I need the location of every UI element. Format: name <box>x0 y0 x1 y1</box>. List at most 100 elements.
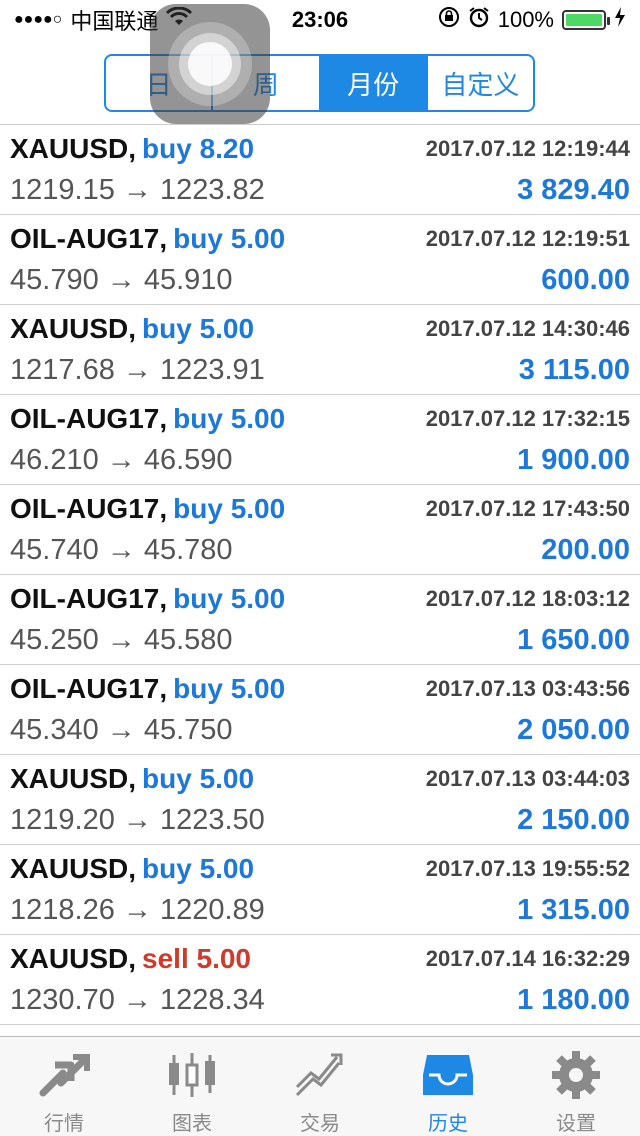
trade-instrument: OIL-AUG17,buy 5.00 <box>10 223 285 255</box>
tab-charts[interactable]: 图表 <box>128 1037 256 1136</box>
trade-time: 2017.07.12 14:30:46 <box>425 316 630 341</box>
trade-row-header: OIL-AUG17, buy 5.00 2017.07.12 12:19:51 <box>10 219 630 259</box>
trade-instrument: XAUUSD, buy 5.00 <box>10 313 254 345</box>
trade-prices: 1219.15 → 1223.82 <box>10 173 265 206</box>
trade-prices: 45.790 → 45.910 <box>10 263 233 296</box>
trade-row[interactable]: OIL-AUG17, buy 5.00 2017.07.13 03:43:56 45.… <box>0 665 640 755</box>
carrier-name: 中国联通 <box>70 9 159 34</box>
trade-row[interactable]: XAUUSD, sell 5.00 2017.07.14 16:32:29 1230.… <box>0 935 640 1025</box>
trade-symbol: OIL-AUG17, <box>10 673 168 704</box>
trade-row-header: OIL-AUG17, buy 5.00 2017.07.12 17:43:50 <box>10 489 630 529</box>
trade-row-header: XAUUSD, buy 5.00 2017.07.13 19:55:52 <box>10 849 630 889</box>
tab-custom[interactable]: 自定义 <box>428 56 533 110</box>
tab-settings[interactable]: 设置 <box>512 1037 640 1136</box>
trade-prices: 1230.70 → 1228.34 <box>10 983 265 1016</box>
trade-row[interactable]: OIL-AUG17,buy 5.002017.07.14 17:45:02 <box>0 1025 640 1036</box>
trade-symbol: XAUUSD, <box>10 313 137 344</box>
tab-quotes[interactable]: 行情 <box>0 1037 128 1136</box>
trade-row-details: 45.790 → 45.910 600.00 <box>10 259 630 301</box>
trade-side-volume: buy 5.00 <box>173 673 286 704</box>
trade-prices: 1217.68 → 1223.91 <box>10 353 265 386</box>
trade-prices: 45.340 → 45.750 <box>10 713 233 746</box>
trade-row-header: OIL-AUG17, buy 5.00 2017.07.12 18:03:12 <box>10 579 630 619</box>
trade-profit: 2 150.00 <box>517 803 630 836</box>
trade-instrument: OIL-AUG17,buy 5.00 <box>10 583 285 615</box>
trade-instrument: XAUUSD, buy 5.00 <box>10 763 254 795</box>
app-screen: ●●●●○ 中国联通 23:06 100% 月份 自定义 XAUUSD, buy… <box>0 0 640 1136</box>
trade-row-header: OIL-AUG17, buy 5.00 2017.07.13 03:43:56 <box>10 669 630 709</box>
trade-row[interactable]: OIL-AUG17, buy 5.00 2017.07.12 17:43:50 45.… <box>0 485 640 575</box>
trade-side-volume: buy 8.20 <box>142 133 255 164</box>
trade-side-volume: buy 5.00 <box>173 223 286 254</box>
trade-instrument: OIL-AUG17,buy 5.00 <box>10 673 285 705</box>
status-bar: ●●●●○ 中国联通 23:06 100% <box>0 0 640 40</box>
rotation-lock-icon <box>438 6 460 34</box>
battery-icon <box>562 10 610 30</box>
battery-percent: 100% <box>497 7 554 32</box>
trade-profit: 1 900.00 <box>517 443 630 476</box>
trade-profit: 2 050.00 <box>517 713 630 746</box>
trade-profit: 1 180.00 <box>517 983 630 1016</box>
history-inbox-icon <box>418 1047 478 1103</box>
trade-symbol: OIL-AUG17, <box>10 493 168 524</box>
tab-history-label: 历史 <box>428 1113 468 1135</box>
trade-row-details: 45.250 → 45.580 1 650.00 <box>10 619 630 661</box>
trade-time: 2017.07.14 16:32:29 <box>425 946 630 971</box>
trade-row[interactable]: OIL-AUG17, buy 5.00 2017.07.12 17:32:15 46.… <box>0 395 640 485</box>
trade-symbol: OIL-AUG17, <box>10 403 168 434</box>
settings-gear-icon <box>546 1047 606 1103</box>
trade-symbol: OIL-AUG17, <box>10 583 168 614</box>
trade-profit: 1 650.00 <box>517 623 630 656</box>
trade-row[interactable]: OIL-AUG17, buy 5.00 2017.07.12 18:03:12 45.… <box>0 575 640 665</box>
trade-row-header: XAUUSD, buy 8.20 2017.07.12 12:19:44 <box>10 129 630 169</box>
trade-row[interactable]: XAUUSD, buy 8.20 2017.07.12 12:19:44 1219.1… <box>0 125 640 215</box>
trade-profit: 3 115.00 <box>518 353 630 386</box>
tab-trade[interactable]: 交易 <box>256 1037 384 1136</box>
quotes-arrows-icon <box>34 1047 94 1103</box>
trade-profit: 200.00 <box>541 533 630 566</box>
trade-row-details: 46.210 → 46.590 1 900.00 <box>10 439 630 481</box>
trade-time: 2017.07.12 17:43:50 <box>425 496 630 521</box>
trade-profit: 3 829.40 <box>517 173 630 206</box>
signal-dots-icon: ●●●●○ <box>14 11 63 28</box>
trade-row-details: 1219.20 → 1223.50 2 150.00 <box>10 799 630 841</box>
candlestick-chart-icon <box>162 1047 222 1103</box>
trade-row-details: 1230.70 → 1228.34 1 180.00 <box>10 979 630 1021</box>
trade-time: 2017.07.13 03:43:56 <box>425 676 630 701</box>
trade-row-header: OIL-AUG17, buy 5.00 2017.07.12 17:32:15 <box>10 399 630 439</box>
trade-row[interactable]: XAUUSD, buy 5.00 2017.07.12 14:30:46 1217.6… <box>0 305 640 395</box>
trade-instrument: XAUUSD, buy 8.20 <box>10 133 254 165</box>
trade-profit: 600.00 <box>541 263 630 296</box>
trade-row[interactable]: XAUUSD, buy 5.00 2017.07.13 19:55:52 1218.2… <box>0 845 640 935</box>
trade-symbol: XAUUSD, <box>10 133 137 164</box>
trade-time: 2017.07.12 17:32:15 <box>425 406 630 431</box>
trade-prices: 1219.20 → 1223.50 <box>10 803 265 836</box>
tab-history[interactable]: 历史 <box>384 1037 512 1136</box>
tab-trade-label: 交易 <box>300 1113 340 1135</box>
trade-row-details: 45.340 → 45.750 2 050.00 <box>10 709 630 751</box>
trade-time: 2017.07.12 18:03:12 <box>425 586 630 611</box>
bottom-tab-bar: 行情 图表 交易 历史 设置 <box>0 1036 640 1136</box>
trade-symbol: XAUUSD, <box>10 943 137 974</box>
trade-side-volume: buy 5.00 <box>173 493 286 524</box>
trade-side-volume: buy 5.00 <box>142 763 255 794</box>
trade-time: 2017.07.13 03:44:03 <box>425 766 630 791</box>
trade-symbol: XAUUSD, <box>10 853 137 884</box>
trade-history-list[interactable]: XAUUSD, buy 8.20 2017.07.12 12:19:44 1219.1… <box>0 124 640 1036</box>
trade-row-header: XAUUSD, buy 5.00 2017.07.13 03:44:03 <box>10 759 630 799</box>
trade-prices: 45.250 → 45.580 <box>10 623 233 656</box>
trade-time: 2017.07.12 12:19:44 <box>425 136 630 161</box>
trade-row-header: OIL-AUG17,buy 5.002017.07.14 17:45:02 <box>10 1029 630 1036</box>
alarm-icon <box>468 6 490 34</box>
trade-row[interactable]: OIL-AUG17, buy 5.00 2017.07.12 12:19:51 45.… <box>0 215 640 305</box>
tab-settings-label: 设置 <box>556 1113 596 1135</box>
trade-row[interactable]: XAUUSD, buy 5.00 2017.07.13 03:44:03 1219.2… <box>0 755 640 845</box>
trade-instrument: XAUUSD, buy 5.00 <box>10 853 254 885</box>
trade-chart-icon <box>290 1047 350 1103</box>
charging-bolt-icon <box>614 7 626 33</box>
trade-row-details: 1218.26 → 1220.89 1 315.00 <box>10 889 630 931</box>
assistive-touch-button[interactable] <box>150 4 270 124</box>
tab-month[interactable]: 月份 <box>320 56 428 110</box>
trade-instrument: OIL-AUG17,buy 5.00 <box>10 493 285 525</box>
trade-prices: 46.210 → 46.590 <box>10 443 233 476</box>
